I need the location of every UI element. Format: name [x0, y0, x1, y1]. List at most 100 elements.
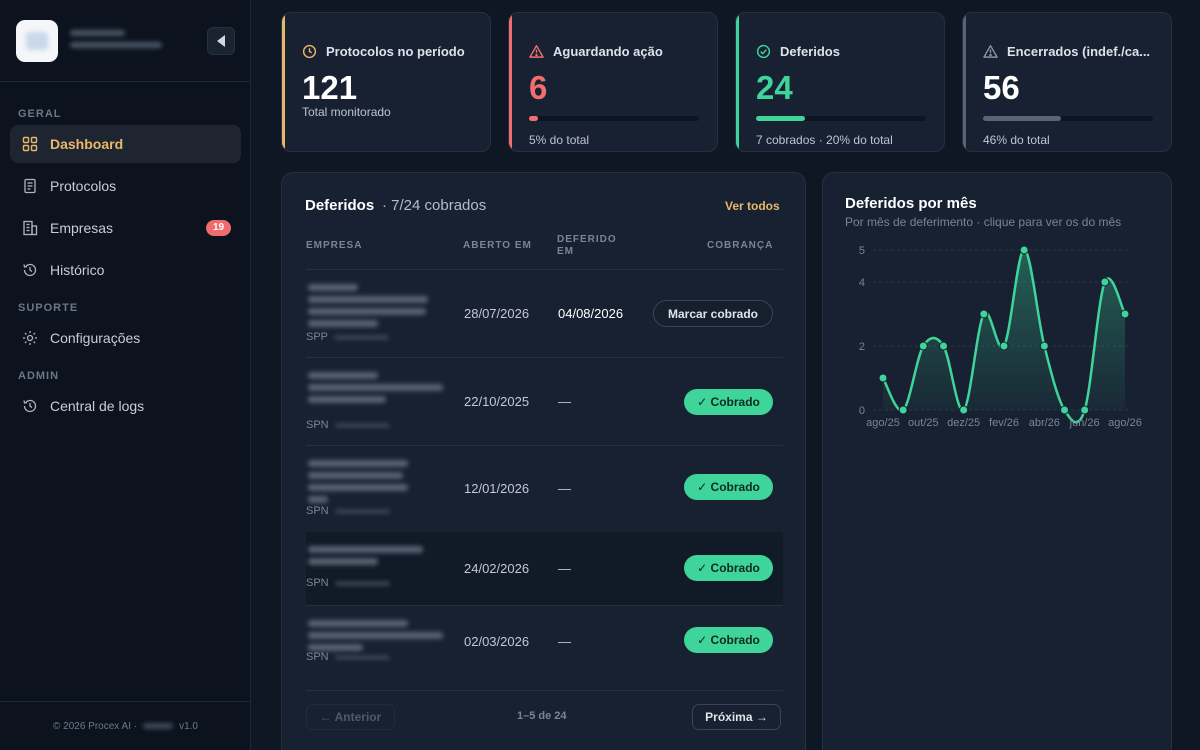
proxima-button[interactable]: Próxima →: [692, 704, 781, 730]
company-type-label: SPN: [306, 505, 329, 517]
data-point[interactable]: [979, 309, 989, 319]
deferidos-panel: Deferidos · 7/24 cobrados Ver todos EMPR…: [281, 172, 806, 750]
deferido-em-cell: 04/08/2026: [558, 306, 624, 321]
chart-panel: Deferidos por mês Por mês de deferimento…: [822, 172, 1172, 750]
company-id-redacted: [334, 654, 390, 660]
cobrado-button[interactable]: ✓ Cobrado: [684, 555, 773, 581]
company-type-label: SPP: [306, 331, 329, 343]
deferido-em-cell: —: [558, 481, 571, 496]
stat-card-header: Deferidos: [756, 44, 840, 59]
deferido-em-cell: —: [558, 394, 571, 409]
sidebar-item-dashboard[interactable]: Dashboard: [10, 125, 241, 163]
sidebar-item-configuracoes[interactable]: Configurações: [10, 319, 241, 357]
aberto-em-cell: 24/02/2026: [464, 561, 530, 576]
settings-sun-icon: [22, 330, 38, 346]
data-point[interactable]: [1100, 277, 1110, 287]
data-point[interactable]: [1039, 341, 1049, 351]
y-tick-label: 2: [859, 341, 865, 353]
footer-version: v1.0: [179, 720, 198, 732]
ver-todos-link[interactable]: Ver todos: [725, 199, 780, 213]
table-row[interactable]: SPP 28/07/2026 04/08/2026 Marcar cobrado: [306, 270, 783, 357]
warning-icon: [983, 44, 998, 58]
stat-card-value: 24: [756, 69, 793, 106]
table-row[interactable]: SPN 24/02/2026 — ✓ Cobrado: [306, 532, 783, 605]
deferidos-por-mes-chart[interactable]: 0 2 4 5 ago/25 out/25 dez/25 fev/26 abr/26 jun/26…: [823, 233, 1171, 443]
table-row[interactable]: SPN 12/01/2026 — ✓ Cobrado: [306, 446, 783, 531]
document-icon: [22, 178, 38, 194]
sidebar-item-central-de-logs[interactable]: Central de logs: [10, 387, 241, 425]
y-tick-label: 5: [859, 245, 865, 257]
section-label-suporte: SUPORTE: [18, 302, 79, 314]
stat-card-encerrados[interactable]: Encerrados (indef./ca... 56 46% do total: [962, 12, 1172, 152]
stat-card-title: Encerrados (indef./ca...: [1007, 44, 1151, 59]
data-point[interactable]: [1060, 405, 1069, 415]
footer-redacted: [143, 723, 174, 729]
footer-copyright: © 2026 Procex AI ·: [53, 720, 138, 732]
column-header-cobranca[interactable]: COBRANÇA: [707, 240, 773, 252]
data-point[interactable]: [918, 341, 928, 351]
progress-fill: [756, 116, 806, 121]
x-tick-label: out/25: [908, 417, 939, 429]
card-accent: [736, 13, 739, 151]
table-row[interactable]: SPN 22/10/2025 — ✓ Cobrado: [306, 358, 783, 445]
column-header-line: EM: [557, 246, 574, 257]
stat-card-value: 6: [529, 69, 548, 106]
collapse-sidebar-button[interactable]: [207, 27, 235, 55]
aberto-em-cell: 12/01/2026: [464, 481, 530, 496]
data-point[interactable]: [959, 405, 969, 415]
table-row[interactable]: SPN 02/03/2026 — ✓ Cobrado: [306, 606, 783, 690]
stat-card-subtext: 46% do total: [983, 133, 1050, 147]
cobrado-button[interactable]: ✓ Cobrado: [684, 627, 773, 653]
sidebar-item-empresas[interactable]: Empresas 19: [10, 209, 241, 247]
column-header-aberto-em[interactable]: ABERTO EM: [463, 240, 532, 252]
history-icon: [22, 262, 38, 278]
data-point[interactable]: [999, 341, 1009, 351]
data-point[interactable]: [939, 341, 948, 351]
progress-fill: [983, 116, 1062, 121]
column-header-deferido-em[interactable]: DEFERIDO EM: [557, 234, 617, 258]
company-type: SPN: [306, 505, 390, 517]
data-point[interactable]: [1019, 245, 1029, 255]
data-point[interactable]: [878, 373, 888, 383]
company-type: SPN: [306, 419, 390, 431]
stat-card-title: Deferidos: [780, 44, 840, 59]
sidebar-item-protocolos[interactable]: Protocolos: [10, 167, 241, 205]
x-tick-label: abr/26: [1029, 417, 1060, 429]
brand-header: [0, 0, 250, 82]
anterior-button[interactable]: ← Anterior: [306, 704, 395, 730]
progress-bar: [983, 116, 1153, 121]
sidebar-item-historico[interactable]: Histórico: [10, 251, 241, 289]
data-point[interactable]: [1120, 309, 1130, 319]
app-logo[interactable]: [16, 20, 58, 62]
stat-card-header: Aguardando ação: [529, 44, 663, 59]
warning-icon: [529, 44, 544, 58]
x-tick-label: dez/25: [947, 417, 980, 429]
x-tick-label: fev/26: [989, 417, 1019, 429]
stat-card-aguardando[interactable]: Aguardando ação 6 5% do total: [508, 12, 718, 152]
company-type: SPN: [306, 577, 390, 589]
sidebar-item-label: Histórico: [50, 262, 105, 278]
data-point[interactable]: [1080, 405, 1090, 415]
x-tick-label: jun/26: [1069, 417, 1100, 429]
stat-card-protocolos[interactable]: Protocolos no período 121 Total monitora…: [281, 12, 491, 152]
cobrado-button[interactable]: ✓ Cobrado: [684, 474, 773, 500]
stat-card-title: Protocolos no período: [326, 44, 465, 59]
stat-card-subtext: 7 cobrados · 20% do total: [756, 133, 893, 147]
company-type-label: SPN: [306, 577, 329, 589]
progress-bar: [756, 116, 926, 121]
data-point[interactable]: [898, 405, 908, 415]
column-header-empresa[interactable]: EMPRESA: [306, 240, 362, 252]
progress-fill: [529, 116, 538, 121]
stat-card-value: 121: [302, 69, 358, 106]
sidebar: GERAL Dashboard Protocolos Empresas 19 H…: [0, 0, 251, 750]
stat-card-deferidos[interactable]: Deferidos 24 7 cobrados · 20% do total: [735, 12, 945, 152]
sidebar-item-label: Configurações: [50, 330, 141, 346]
chart-subtitle: Por mês de deferimento · clique para ver…: [845, 215, 1122, 229]
marcar-cobrado-button[interactable]: Marcar cobrado: [653, 300, 773, 327]
company-type-label: SPN: [306, 419, 329, 431]
cobrado-button[interactable]: ✓ Cobrado: [684, 389, 773, 415]
stat-card-header: Encerrados (indef./ca...: [983, 44, 1150, 59]
pagination-info: 1–5 de 24: [517, 710, 567, 722]
section-label-admin: ADMIN: [18, 370, 60, 382]
company-id-redacted: [334, 334, 390, 340]
